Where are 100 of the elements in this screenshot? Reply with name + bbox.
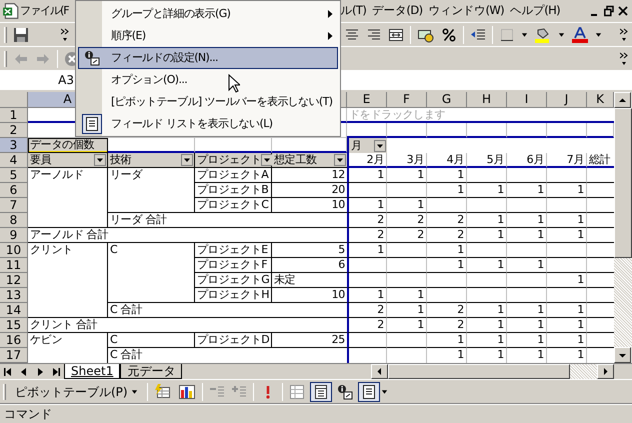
cell-text: 1 (497, 318, 504, 332)
menu-item[interactable]: フィールド リストを表示しない(L) (78, 113, 338, 135)
cell-text: 1 (497, 183, 504, 197)
cell-text: 1 (377, 288, 384, 302)
cell-text: 1 (497, 348, 504, 362)
row-header[interactable]: 13 (0, 288, 28, 303)
hint-text: ドをドラックします (349, 108, 446, 122)
cell-text: C 合計 (110, 303, 142, 317)
menu-item[interactable]: フィールドの設定(N)... (78, 47, 338, 69)
row-header[interactable]: 8 (0, 213, 28, 228)
cell-text: アーノルド 合計 (30, 228, 108, 242)
cell-text: アーノルド (30, 168, 84, 182)
menu-item[interactable]: データ(D) (372, 2, 422, 20)
cell-text: 2月 (366, 153, 384, 167)
cell-text: 1 (417, 303, 424, 317)
cell-text: 1 (577, 333, 584, 347)
row-header[interactable]: 11 (0, 258, 28, 273)
cell-text: 1 (457, 333, 464, 347)
cell-text: 1 (577, 273, 584, 287)
column-header[interactable]: G (427, 92, 467, 108)
cell-text: 1 (497, 213, 504, 227)
field-button[interactable]: 技術 (108, 153, 195, 168)
cell-text: 2 (457, 303, 464, 317)
field-button[interactable]: 要員 (28, 153, 108, 168)
cell-text: プロジェクトA (197, 168, 268, 182)
cell-text: 20 (332, 183, 345, 197)
row-header[interactable]: 6 (0, 183, 28, 198)
sheet-tab[interactable]: Sheet1 (64, 364, 120, 379)
cell-text: リーダ 合計 (110, 213, 167, 227)
column-header[interactable]: H (467, 92, 507, 108)
cell-text: プロジェクトD (197, 333, 270, 347)
row-header[interactable]: 10 (0, 243, 28, 258)
cell-text: 1 (377, 198, 384, 212)
sheet-tab[interactable]: 元データ (120, 364, 182, 379)
cell-text: 2 (377, 228, 384, 242)
row-header[interactable]: 12 (0, 273, 28, 288)
column-header[interactable]: I (507, 92, 547, 108)
menu-item[interactable]: ウィンドウ(W) (428, 2, 504, 20)
field-button[interactable]: プロジェクト (195, 153, 272, 168)
cell-text: C (110, 333, 118, 347)
menu-item[interactable]: オプション(O)... (78, 69, 338, 91)
column-header[interactable]: F (387, 92, 427, 108)
menu-item[interactable]: ヘルプ(H) (510, 2, 560, 20)
cell-text: 1 (457, 243, 464, 257)
cell-text: 1 (537, 183, 544, 197)
menu-item[interactable]: ル(T) (340, 2, 366, 20)
column-header[interactable]: E (347, 92, 387, 108)
cell-text: 2 (377, 303, 384, 317)
cell-text: 1 (497, 303, 504, 317)
cell-text: 1 (577, 228, 584, 242)
row-header[interactable]: 1 (0, 108, 28, 123)
cell-text: 1 (457, 258, 464, 272)
cell-text: 2 (417, 213, 424, 227)
row-header[interactable]: 9 (0, 228, 28, 243)
row-header[interactable]: 14 (0, 303, 28, 318)
field-button[interactable]: 月 (347, 138, 387, 153)
row-header[interactable]: 17 (0, 348, 28, 363)
cell-text: 1 (537, 303, 544, 317)
cell-text: 6 (338, 258, 345, 272)
cell-text: 1 (537, 213, 544, 227)
cell-text: 1 (377, 243, 384, 257)
cell-text: 未定 (274, 273, 296, 287)
name-box[interactable]: A3 (0, 71, 78, 89)
cell-text: 1 (537, 258, 544, 272)
cell-text: 2 (457, 213, 464, 227)
column-header[interactable]: K (587, 92, 614, 108)
cell-text: 1 (457, 348, 464, 362)
column-header[interactable]: J (547, 92, 587, 108)
row-header[interactable]: 4 (0, 153, 28, 168)
cell-text: 25 (332, 333, 345, 347)
cell-text: クリント (30, 243, 73, 257)
row-header[interactable]: 2 (0, 123, 28, 138)
cell-text: 1 (577, 348, 584, 362)
menu-item[interactable]: 順序(E) (78, 25, 338, 47)
pivot-table-menu-button[interactable]: ピボットテーブル(P) (12, 382, 141, 402)
field-button[interactable]: 想定工数 (272, 153, 347, 168)
cell-text: 1 (577, 213, 584, 227)
cell-text: 1 (417, 288, 424, 302)
cell-text: 2 (457, 318, 464, 332)
cell-text: プロジェクトC (197, 198, 269, 212)
row-header[interactable]: 15 (0, 318, 28, 333)
field-button[interactable]: データの個数 (28, 138, 108, 153)
cell-text: プロジェクトH (197, 288, 270, 302)
cell-text: 1 (577, 318, 584, 332)
cell-text: 4月 (446, 153, 464, 167)
cell-text: 1 (457, 183, 464, 197)
row-header[interactable]: 7 (0, 198, 28, 213)
cell-text: 7月 (566, 153, 584, 167)
row-header[interactable]: 3 (0, 138, 28, 153)
cell-text: 1 (537, 228, 544, 242)
cell-text: プロジェクトE (197, 243, 268, 257)
cell-text: 2 (457, 228, 464, 242)
row-header[interactable]: 5 (0, 168, 28, 183)
menu-item[interactable]: グループと詳細の表示(G) (78, 3, 338, 25)
cell-text: 2 (377, 213, 384, 227)
cell-text: 1 (497, 333, 504, 347)
cell-text: 1 (577, 183, 584, 197)
row-header[interactable]: 16 (0, 333, 28, 348)
cell-text: 1 (537, 348, 544, 362)
menu-item[interactable]: ファイル(F (20, 2, 69, 20)
